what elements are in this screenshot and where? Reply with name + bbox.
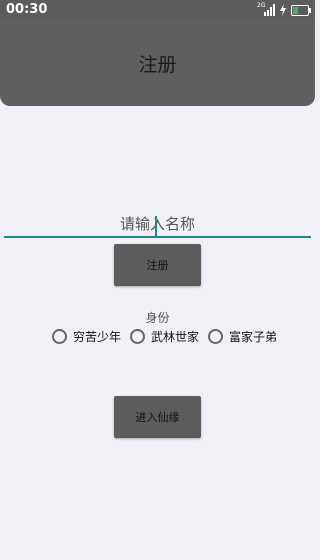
- page-title: 注册: [138, 53, 177, 76]
- signal-type-label: 2G: [257, 2, 266, 9]
- radio-button[interactable]: [208, 329, 224, 344]
- app-bar: 注册: [0, 20, 315, 106]
- identity-radio-group: 穷苦少年 武林世家 富家子弟: [52, 328, 286, 345]
- battery-icon: [291, 4, 311, 16]
- radio-label: 富家子弟: [229, 330, 278, 344]
- enter-button[interactable]: 进入仙缘: [114, 396, 201, 438]
- charging-icon: [280, 4, 286, 16]
- signal-icon: 2G: [257, 3, 275, 16]
- register-button[interactable]: 注册: [114, 244, 201, 286]
- radio-option-rich-heir[interactable]: 富家子弟: [208, 328, 277, 345]
- radio-option-martial-family[interactable]: 武林世家: [130, 328, 199, 345]
- radio-label: 穷苦少年: [73, 330, 122, 344]
- radio-button[interactable]: [52, 329, 67, 344]
- battery-fill: [293, 6, 298, 14]
- status-icons: 2G: [257, 3, 311, 17]
- radio-label: 武林世家: [151, 330, 200, 344]
- radio-button[interactable]: [130, 329, 146, 344]
- status-bar: 00:30 2G: [0, 0, 315, 20]
- status-time: 00:30: [6, 2, 48, 17]
- name-input[interactable]: [4, 212, 311, 238]
- radio-option-poor-youth[interactable]: 穷苦少年: [52, 328, 121, 345]
- identity-label: 身份: [145, 311, 170, 325]
- text-cursor: [155, 216, 157, 236]
